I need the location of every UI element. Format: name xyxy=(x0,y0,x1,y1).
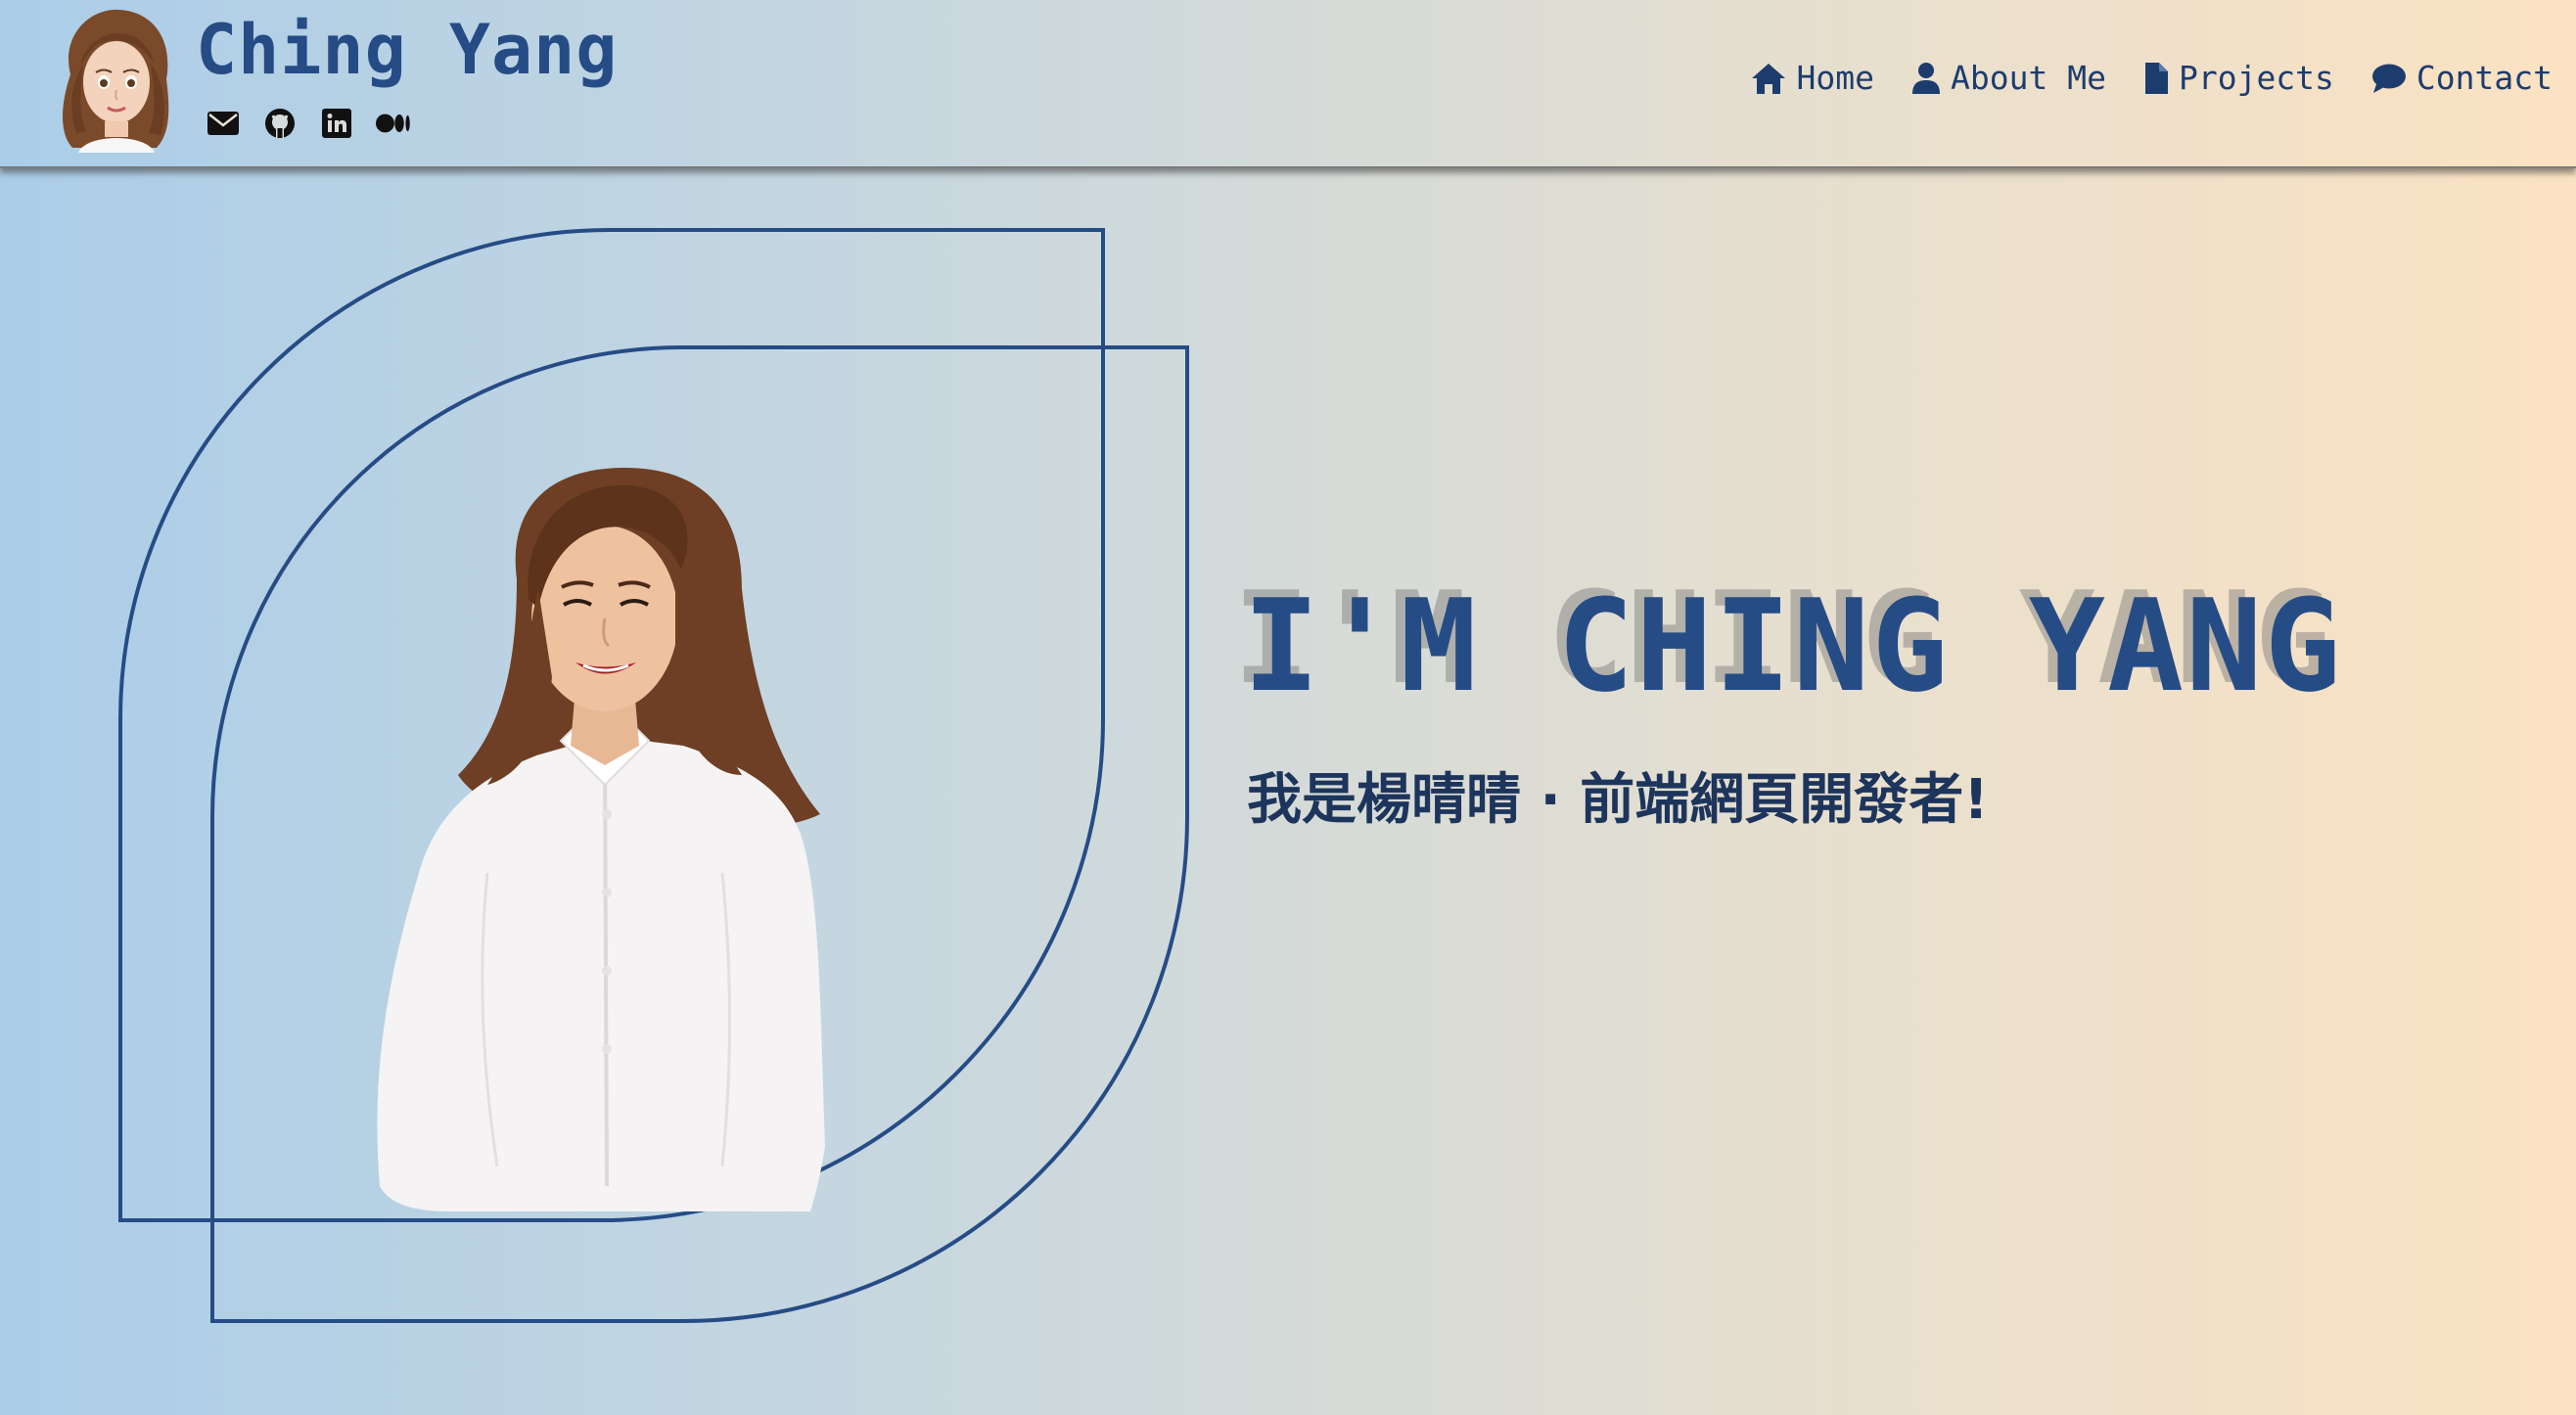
portrait-photo xyxy=(377,468,825,1211)
hero-title: I'M CHING YANG xyxy=(1243,571,2343,720)
hero-subtitle: 我是楊晴晴 · 前端網頁開發者! xyxy=(1247,768,1989,832)
